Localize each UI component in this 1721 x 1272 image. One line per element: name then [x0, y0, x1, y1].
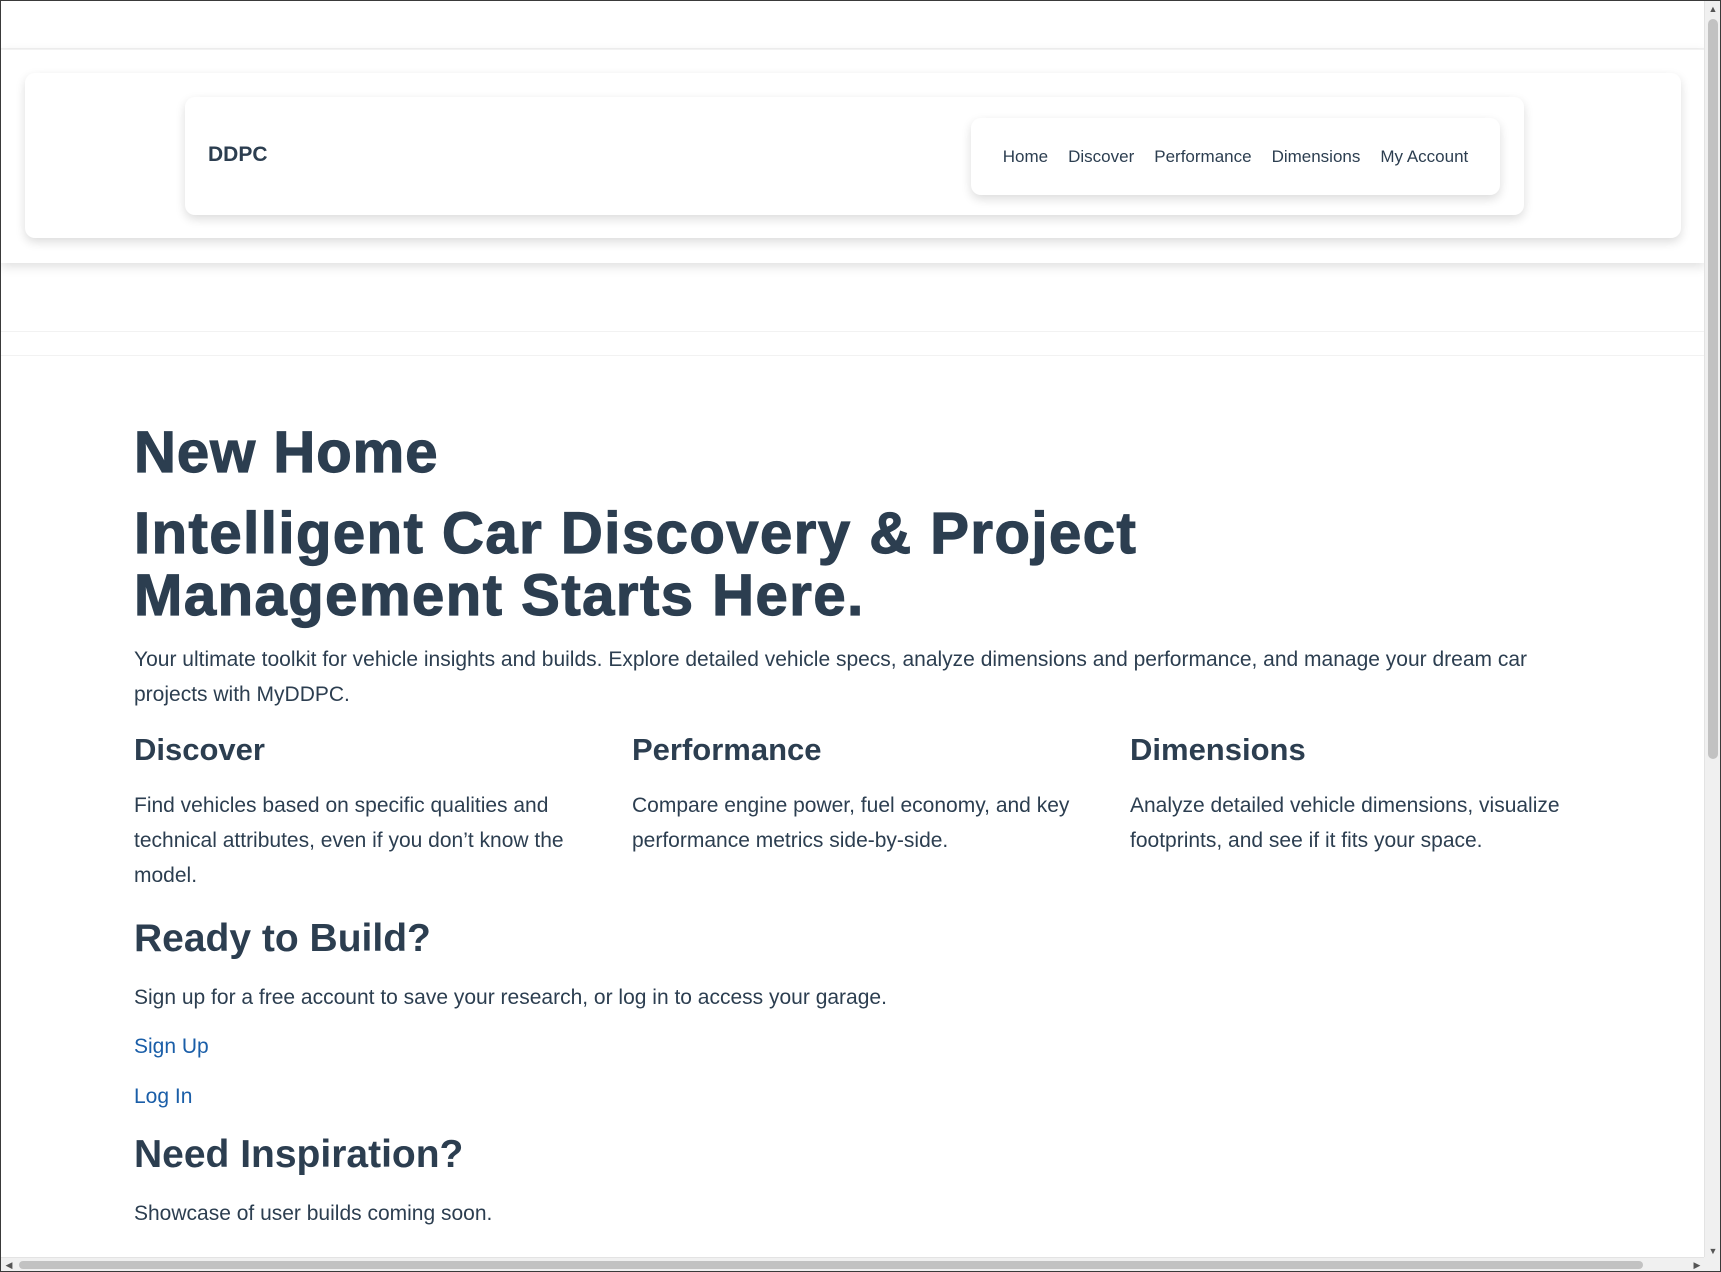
feature-text: Compare engine power, fuel economy, and … — [632, 794, 1070, 853]
brand-logo[interactable]: DDPC — [208, 143, 268, 167]
feature-title: Discover — [134, 732, 265, 768]
scroll-left-icon[interactable]: ◀ — [1, 1258, 17, 1271]
vertical-scroll-thumb[interactable] — [1708, 19, 1718, 759]
horizontal-scrollbar[interactable]: ◀ ▶ — [1, 1257, 1705, 1271]
build-heading: Ready to Build? — [134, 917, 431, 961]
scrollbar-corner — [1704, 1257, 1720, 1271]
build-text: Sign up for a free account to save your … — [134, 986, 887, 1010]
nav-my-account[interactable]: My Account — [1380, 147, 1468, 167]
page-title: New Home — [133, 420, 439, 485]
feature-dimensions: Dimensions Analyze detailed vehicle dime… — [1130, 732, 1574, 893]
feature-text: Analyze detailed vehicle dimensions, vis… — [1130, 794, 1560, 853]
main-nav: Home Discover Performance Dimensions My … — [971, 118, 1500, 195]
log-in-link[interactable]: Log In — [134, 1085, 192, 1109]
divider — [1, 331, 1705, 332]
nav-dimensions[interactable]: Dimensions — [1272, 147, 1361, 167]
feature-performance: Performance Compare engine power, fuel e… — [632, 732, 1076, 893]
main-content: New Home Intelligent Car Discovery & Pro… — [133, 420, 1584, 1229]
nav-discover[interactable]: Discover — [1068, 147, 1134, 167]
divider — [1, 355, 1705, 356]
inspiration-heading: Need Inspiration? — [134, 1133, 464, 1177]
feature-title: Dimensions — [1130, 732, 1306, 768]
page-content: DDPC Home Discover Performance Dimension… — [1, 1, 1705, 1259]
inspiration-text: Showcase of user builds coming soon. — [134, 1202, 493, 1226]
hero-lead: Your ultimate toolkit for vehicle insigh… — [134, 648, 1527, 707]
nav-home[interactable]: Home — [1003, 147, 1048, 167]
hero-heading: Intelligent Car Discovery & Project Mana… — [133, 500, 1138, 629]
feature-text: Find vehicles based on specific qualitie… — [134, 794, 564, 888]
nav-performance[interactable]: Performance — [1154, 147, 1251, 167]
horizontal-scroll-thumb[interactable] — [19, 1261, 1643, 1269]
vertical-scrollbar[interactable]: ▲ ▼ — [1704, 1, 1720, 1259]
feature-discover: Discover Find vehicles based on specific… — [134, 732, 578, 893]
browser-viewport: DDPC Home Discover Performance Dimension… — [0, 0, 1721, 1272]
feature-title: Performance — [632, 732, 822, 768]
scroll-right-icon[interactable]: ▶ — [1689, 1258, 1705, 1271]
scroll-up-icon[interactable]: ▲ — [1705, 1, 1720, 17]
sign-up-link[interactable]: Sign Up — [134, 1035, 209, 1059]
feature-list: Discover Find vehicles based on specific… — [134, 732, 1584, 893]
